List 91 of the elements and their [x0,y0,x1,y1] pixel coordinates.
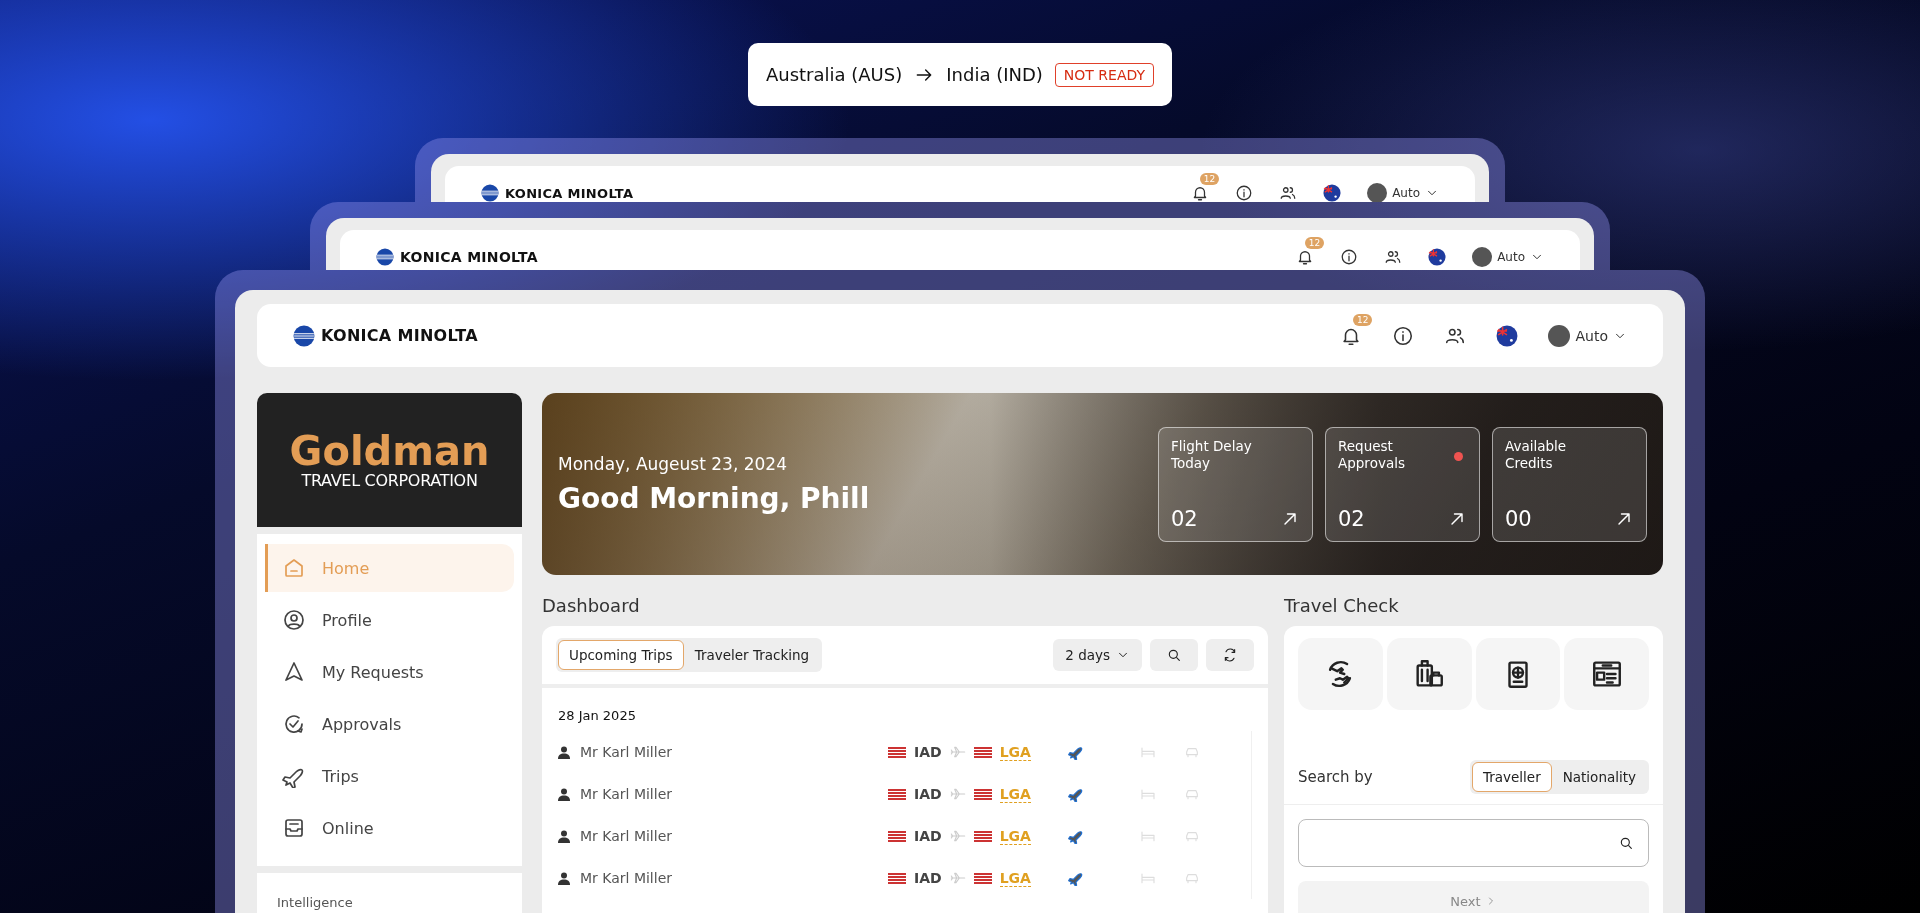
australia-flag-icon [1496,324,1519,347]
date-heading: 28 Jan 2025 [557,707,637,725]
us-flag-icon [973,788,992,800]
person-icon [558,871,570,885]
us-flag-icon [888,746,906,758]
person-icon [558,745,570,759]
traveler-name: Mr Karl Miller [580,828,672,844]
plane-icon [949,870,966,886]
stat-value: 02 [1338,506,1365,531]
logo-globe-icon [376,248,394,266]
origin-code: IAD [914,786,942,802]
users-icon [1279,184,1298,202]
sidebar-item[interactable]: My Requests [265,648,514,696]
logo-text: KONICA MINOLTA [321,326,478,345]
us-flag-icon [888,830,906,842]
stat-label: Request Approvals [1338,437,1406,473]
notification-badge: 12 [1199,173,1220,185]
origin-code: IAD [914,870,942,886]
user-name: Auto [1497,250,1525,264]
stat-card[interactable]: Request Approvals 02 [1325,426,1480,542]
stat-label: Available Credits [1505,437,1568,473]
traveler-name: Mr Karl Miller [580,870,672,886]
traveler-name: Mr Karl Miller [580,744,672,760]
tab[interactable]: Nationality [1551,762,1647,792]
profile-icon [282,608,306,632]
check-circle-icon [282,712,306,736]
us-flag-icon [973,872,992,884]
tab[interactable]: Upcoming Trips [558,640,684,670]
avatar[interactable] [1367,183,1388,202]
status-tag: NOT READY [1054,62,1155,87]
users-icon [1384,248,1403,266]
section-title: Intelligence [277,895,353,910]
brand-tagline: TRAVEL CORPORATION [301,470,478,490]
brand-name: Goldman [289,430,490,471]
stat-value: 00 [1505,506,1532,531]
person-icon [558,829,570,843]
avatar[interactable] [1472,247,1493,267]
notification-badge: 12 [1304,237,1325,249]
search-icon [1618,835,1634,851]
us-flag-icon [888,872,906,884]
search-field[interactable] [1298,819,1649,867]
days-dropdown[interactable]: 2 days [1053,639,1142,671]
origin-country: Australia (AUS) [765,64,903,85]
us-flag-icon [973,746,992,758]
stat-label: Flight Delay Today [1171,437,1253,473]
person-icon [558,787,570,801]
user-name: Auto [1575,327,1608,344]
us-flag-icon [888,788,906,800]
logo-globe-icon [293,324,315,347]
origin-code: IAD [914,744,942,760]
inbox-icon [282,816,306,840]
sidebar-item[interactable]: Trips [265,752,514,800]
plane-icon [949,744,966,760]
section-title: Travel Check [1284,595,1400,616]
stat-card[interactable]: Available Credits 00 [1492,426,1647,542]
tab[interactable]: Traveler Tracking [683,640,821,670]
home-icon [282,556,306,580]
sidebar-item[interactable]: Profile [265,596,514,644]
logo-text: KONICA MINOLTA [400,249,538,265]
destination-country: India (IND) [946,64,1043,85]
refresh-icon [1222,647,1238,663]
stat-value: 02 [1171,506,1198,531]
plane-icon [949,786,966,802]
info-icon [1235,184,1254,202]
origin-code: IAD [914,828,942,844]
traveler-name: Mr Karl Miller [580,786,672,802]
user-name: Auto [1392,186,1420,200]
navigation-arrow-icon [282,660,306,684]
travel-check-tile[interactable] [1564,638,1649,710]
us-flag-icon [973,830,992,842]
notification-badge: 12 [1353,313,1373,326]
sidebar-item[interactable]: Online [265,804,514,852]
search-button[interactable] [1150,639,1198,671]
info-icon [1340,248,1359,266]
travel-check-tile[interactable] [1386,638,1472,710]
stat-card[interactable]: Flight Delay Today 02 [1158,426,1313,542]
travel-check-tile[interactable] [1475,638,1561,710]
search-icon [1166,647,1182,663]
avatar[interactable] [1548,324,1571,347]
greeting: Good Morning, Phill [558,481,870,515]
section-title: Dashboard [542,595,641,616]
plane-icon [949,828,966,844]
search-by-label: Search by [1298,768,1373,786]
tab[interactable]: Traveller [1471,762,1552,792]
sidebar-item[interactable]: Approvals [265,700,514,748]
logo-text: KONICA MINOLTA [505,185,634,201]
australia-flag-icon [1428,248,1447,266]
info-icon [1392,324,1415,347]
refresh-button[interactable] [1206,639,1254,671]
date-text: Monday, Augeust 23, 2024 [558,453,788,474]
travel-check-tile[interactable] [1298,638,1383,710]
